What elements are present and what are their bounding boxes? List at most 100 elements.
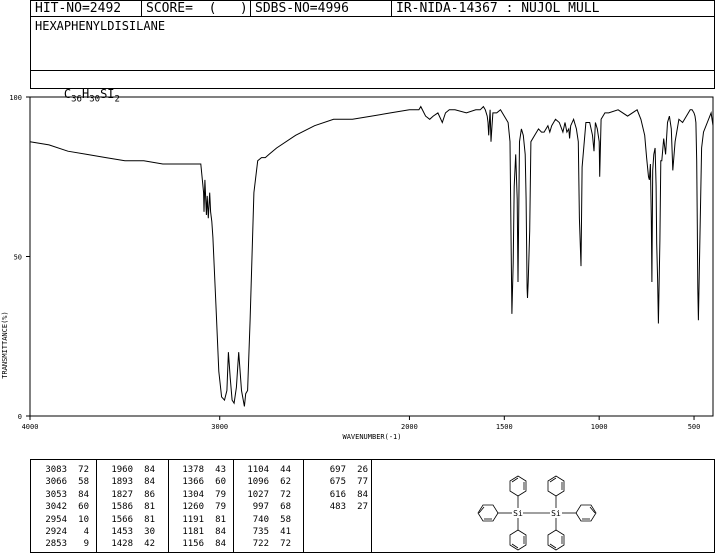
table-divider <box>303 460 304 552</box>
peak-transmittance: 58 <box>78 477 89 488</box>
peak-wavenumber: 1181 <box>182 527 204 538</box>
ir-nida-number: IR-NIDA-14367 : NUJOL MULL <box>396 1 600 16</box>
si-atom-label: Si <box>513 509 523 518</box>
ir-spectrum-chart: 4000 3000 2000 1500 1000 500 0 50 100 WAVENUMBER… <box>1 94 714 441</box>
peak-transmittance: 84 <box>357 489 368 500</box>
peak-wavenumber: 1827 <box>111 489 133 500</box>
y-axis-label: TRANSMITTANCE(%) <box>1 311 9 378</box>
peak-transmittance: 60 <box>78 502 89 513</box>
peak-transmittance: 84 <box>144 477 155 488</box>
peak-transmittance: 41 <box>280 527 291 538</box>
header-bar: HIT-NO=2492 SCORE= ( ) SDBS-NO=4996 IR-N… <box>30 0 715 17</box>
peak-row: 1181 84 <box>174 526 226 538</box>
peak-row: 740 58 <box>239 514 291 526</box>
peak-row: 3066 58 <box>37 476 89 488</box>
plot-frame <box>29 96 714 417</box>
peak-column: 1104 44 1096 62 1027 72 997 68 740 58 735 41 722 72 <box>239 464 291 551</box>
peak-row: 1586 81 <box>103 501 155 513</box>
peak-transmittance: 4 <box>83 527 89 538</box>
table-divider <box>96 460 97 552</box>
peak-row: 3083 72 <box>37 464 89 476</box>
peak-transmittance: 44 <box>280 465 291 475</box>
peak-transmittance: 84 <box>215 539 226 550</box>
sdbs-number: SDBS-NO=4996 <box>255 1 349 16</box>
peak-column: 3083 72 3066 58 3053 84 3042 60 2954 10 2924 4 2853 9 <box>37 464 89 551</box>
peak-wavenumber: 1096 <box>247 477 269 488</box>
peak-row: 2954 10 <box>37 514 89 526</box>
peak-wavenumber: 3042 <box>45 502 67 513</box>
peak-wavenumber: 1428 <box>111 539 133 550</box>
x-tick-label: 2000 <box>401 423 418 431</box>
peak-table: 3083 72 3066 58 3053 84 3042 60 2954 10 2924 4 2853 9… <box>30 459 372 553</box>
peak-transmittance: 42 <box>144 539 155 550</box>
formula-box: C36H30SI2 <box>30 70 715 104</box>
peak-row: 616 84 <box>316 489 368 501</box>
peak-wavenumber: 1378 <box>182 465 204 475</box>
peak-wavenumber: 697 <box>329 465 346 475</box>
peak-wavenumber: 1260 <box>182 502 204 513</box>
peak-row: 1027 72 <box>239 489 291 501</box>
peak-row: 2924 4 <box>37 526 89 538</box>
peak-transmittance: 68 <box>280 502 291 513</box>
y-tick-label: 50 <box>14 254 22 262</box>
peak-row: 675 77 <box>316 476 368 488</box>
peak-column: 697 26 675 77 616 84 483 27 <box>316 464 368 514</box>
compound-name: HEXAPHENYLDISILANE <box>35 19 166 33</box>
peak-transmittance: 72 <box>280 489 291 500</box>
peak-row: 1304 79 <box>174 489 226 501</box>
peak-wavenumber: 1960 <box>111 465 133 475</box>
peak-wavenumber: 1586 <box>111 502 133 513</box>
peak-row: 1096 62 <box>239 476 291 488</box>
peak-transmittance: 72 <box>280 539 291 550</box>
peak-row: 1960 84 <box>103 464 155 476</box>
peak-wavenumber: 722 <box>252 539 269 550</box>
peak-wavenumber: 997 <box>252 502 269 513</box>
peak-row: 3053 84 <box>37 489 89 501</box>
peak-transmittance: 81 <box>144 502 155 513</box>
peak-row: 1453 30 <box>103 526 155 538</box>
peak-transmittance: 62 <box>280 477 291 488</box>
table-divider <box>233 460 234 552</box>
peak-wavenumber: 740 <box>252 514 269 525</box>
peak-transmittance: 72 <box>78 465 89 475</box>
peak-row: 735 41 <box>239 526 291 538</box>
peak-transmittance: 79 <box>215 489 226 500</box>
peak-row: 1566 81 <box>103 514 155 526</box>
y-tick-label: 0 <box>18 413 22 421</box>
peak-transmittance: 84 <box>215 527 226 538</box>
peak-transmittance: 10 <box>78 514 89 525</box>
peak-transmittance: 77 <box>357 477 368 488</box>
si-atom-label: Si <box>551 509 561 518</box>
peak-wavenumber: 3053 <box>45 489 67 500</box>
peak-transmittance: 86 <box>144 489 155 500</box>
peak-row: 997 68 <box>239 501 291 513</box>
peak-row: 1366 60 <box>174 476 226 488</box>
molecular-structure: Si Si <box>477 475 597 551</box>
y-tick-label: 100 <box>9 94 22 102</box>
peak-wavenumber: 735 <box>252 527 269 538</box>
score: SCORE= ( ) <box>146 1 248 16</box>
x-tick-label: 3000 <box>211 423 228 431</box>
peak-row: 1378 43 <box>174 464 226 476</box>
peak-transmittance: 58 <box>280 514 291 525</box>
peak-wavenumber: 1027 <box>247 489 269 500</box>
peak-transmittance: 9 <box>83 539 89 550</box>
table-divider <box>168 460 169 552</box>
x-axis-label: WAVENUMBER(-1) <box>342 433 401 441</box>
peak-wavenumber: 1191 <box>182 514 204 525</box>
peak-wavenumber: 3066 <box>45 477 67 488</box>
peak-row: 1827 86 <box>103 489 155 501</box>
peak-transmittance: 81 <box>215 514 226 525</box>
peak-wavenumber: 1156 <box>182 539 204 550</box>
peak-wavenumber: 2853 <box>45 539 67 550</box>
peak-wavenumber: 2924 <box>45 527 67 538</box>
peak-transmittance: 26 <box>357 465 368 475</box>
peak-row: 1260 79 <box>174 501 226 513</box>
spectrum-line <box>29 105 714 407</box>
hit-number: HIT-NO=2492 <box>35 1 122 16</box>
peak-row: 697 26 <box>316 464 368 476</box>
structure-panel: Si Si <box>371 459 715 553</box>
x-tick-label: 500 <box>688 423 701 431</box>
x-tick-label: 1000 <box>591 423 608 431</box>
peak-wavenumber: 1453 <box>111 527 133 538</box>
